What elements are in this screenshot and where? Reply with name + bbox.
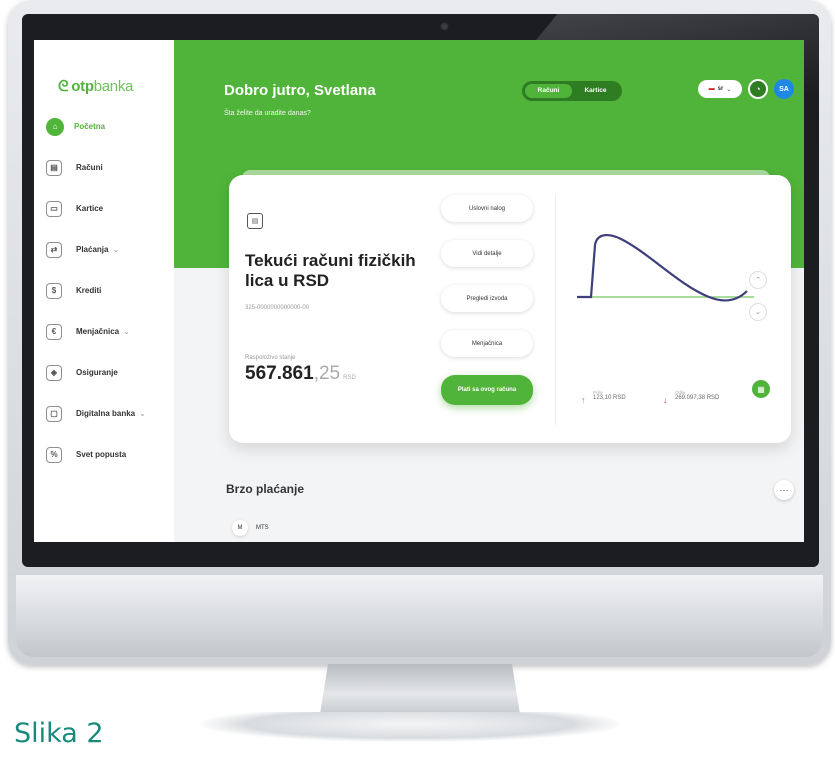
calendar-icon[interactable]: ▦	[752, 380, 770, 398]
exchange-button[interactable]: Menjačnica	[441, 330, 533, 357]
balance-integer: 567.861	[245, 363, 314, 384]
account-number: 325-0000000000000-00	[245, 305, 310, 311]
pay-from-account-button[interactable]: Plati sa ovog računa	[441, 375, 533, 405]
balance-value: 567.861,25 RSD	[245, 363, 356, 385]
toggle-racuni[interactable]: Računi	[525, 84, 572, 98]
sidebar-item-menjacnica[interactable]: € Menjačnica ⌄	[46, 321, 171, 342]
language-selector[interactable]: ▬ sr ⌄	[698, 80, 742, 98]
arrow-up-icon: ↑	[581, 395, 586, 405]
sidebar-item-label: Digitalna banka	[76, 409, 136, 418]
notification-bell-icon[interactable]: ◔	[748, 79, 768, 99]
chart-line	[577, 233, 748, 302]
shield-icon: ◈	[46, 364, 62, 381]
sidebar-item-pocetna[interactable]: ⌂ Početna	[46, 116, 171, 137]
exchange-icon: €	[46, 323, 62, 340]
home-icon: ⌂	[46, 117, 64, 136]
income-stat: Priliv 123,10 RSD	[593, 390, 626, 401]
account-card: ▤ Tekući računi fizičkih lica u RSD 325-…	[229, 175, 791, 443]
logo-bold-text: otp	[71, 78, 94, 95]
monitor-icon: ▢	[46, 405, 62, 422]
sidebar-item-kartice[interactable]: ▭ Kartice	[46, 198, 171, 219]
balance-label: Raspoloživo stanje	[245, 355, 296, 361]
accounts-cards-toggle[interactable]: Računi Kartice	[522, 81, 622, 101]
language-label: sr	[717, 86, 724, 92]
tag-icon: %	[46, 446, 62, 463]
chevron-down-icon: ⌄	[123, 327, 130, 336]
app-screen: ᘓ otpbanka ⌂ Početna ▤ Računi ▭ Kartice ⇄…	[34, 40, 804, 542]
quick-pay-item-label: MTS	[256, 525, 269, 531]
account-title: Tekući računi fizičkih lica u RSD	[245, 251, 416, 290]
account-icon: ▤	[247, 213, 263, 229]
chevron-down-icon[interactable]: ⌄	[749, 303, 767, 321]
card-divider	[555, 195, 556, 425]
wallet-icon: ▤	[46, 159, 62, 176]
toggle-kartice[interactable]: Kartice	[572, 84, 619, 98]
sidebar-item-label: Osiguranje	[76, 368, 118, 377]
sidebar-item-label: Kartice	[76, 204, 104, 213]
sidebar-item-label: Menjačnica	[76, 327, 120, 336]
sidebar-item-digitalna-banka[interactable]: ▢ Digitalna banka ⌄	[46, 403, 171, 424]
sidebar-nav: ⌂ Početna ▤ Računi ▭ Kartice ⇄ Plaćanja …	[46, 116, 171, 485]
sidebar-item-svet-popusta[interactable]: % Svet popusta	[46, 444, 171, 465]
credit-icon: $	[46, 282, 62, 299]
sidebar-item-label: Početna	[74, 122, 106, 131]
expense-stat: Odliv 269.097,38 RSD	[675, 390, 719, 401]
account-actions: Uslovni nalog Vidi detalje Pregledi izvo…	[441, 195, 533, 423]
payments-icon: ⇄	[46, 241, 62, 258]
statements-button[interactable]: Pregledi izvoda	[441, 285, 533, 312]
monitor-stand-base	[200, 712, 620, 742]
balance-currency: RSD	[343, 375, 356, 381]
more-options-button[interactable]: ···	[774, 480, 794, 500]
logo-mark-icon: ᘓ	[58, 78, 69, 95]
sidebar-item-krediti[interactable]: $ Krediti	[46, 280, 171, 301]
sidebar-item-placanja[interactable]: ⇄ Plaćanja ⌄	[46, 239, 171, 260]
chevron-down-icon: ⌄	[139, 409, 146, 418]
monitor-chin	[16, 575, 823, 657]
chevron-down-icon: ⌄	[726, 86, 732, 93]
logo-light-text: banka	[93, 78, 134, 95]
sidebar-item-label: Krediti	[76, 286, 102, 295]
chevron-down-icon: ⌄	[112, 245, 120, 254]
avatar[interactable]: SA	[774, 79, 794, 99]
mts-icon: M	[232, 520, 248, 536]
balance-decimal: ,25	[313, 363, 341, 384]
arrow-down-icon: ↓	[663, 395, 668, 405]
sidebar-item-racuni[interactable]: ▤ Računi	[46, 157, 171, 178]
conditional-order-button[interactable]: Uslovni nalog	[441, 195, 533, 222]
sidebar: ᘓ otpbanka ⌂ Početna ▤ Računi ▭ Kartice ⇄…	[34, 40, 174, 542]
figure-caption: Slika 2	[14, 718, 104, 749]
flag-icon: ▬	[708, 86, 715, 92]
page-subtitle: Šta želite da uradite danas?	[224, 110, 311, 117]
view-details-button[interactable]: Vidi detalje	[441, 240, 533, 267]
quick-pay-title: Brzo plaćanje	[226, 482, 305, 496]
sidebar-item-label: Računi	[76, 163, 103, 172]
chevron-up-icon[interactable]: ⌃	[749, 271, 767, 289]
camera-icon	[440, 22, 449, 31]
monitor-stand-neck	[320, 664, 520, 714]
quick-pay-item[interactable]: M MTS	[232, 520, 269, 536]
sidebar-item-label: Svet popusta	[76, 450, 127, 459]
card-icon: ▭	[46, 200, 62, 217]
page-title: Dobro jutro, Svetlana	[224, 82, 376, 99]
otp-logo[interactable]: ᘓ otpbanka	[58, 78, 133, 95]
balance-chart	[577, 233, 754, 302]
expense-value: 269.097,38 RSD	[675, 395, 720, 401]
sidebar-item-osiguranje[interactable]: ◈ Osiguranje	[46, 362, 171, 383]
income-value: 123,10 RSD	[593, 395, 626, 401]
sidebar-item-label: Plaćanja	[76, 245, 109, 254]
